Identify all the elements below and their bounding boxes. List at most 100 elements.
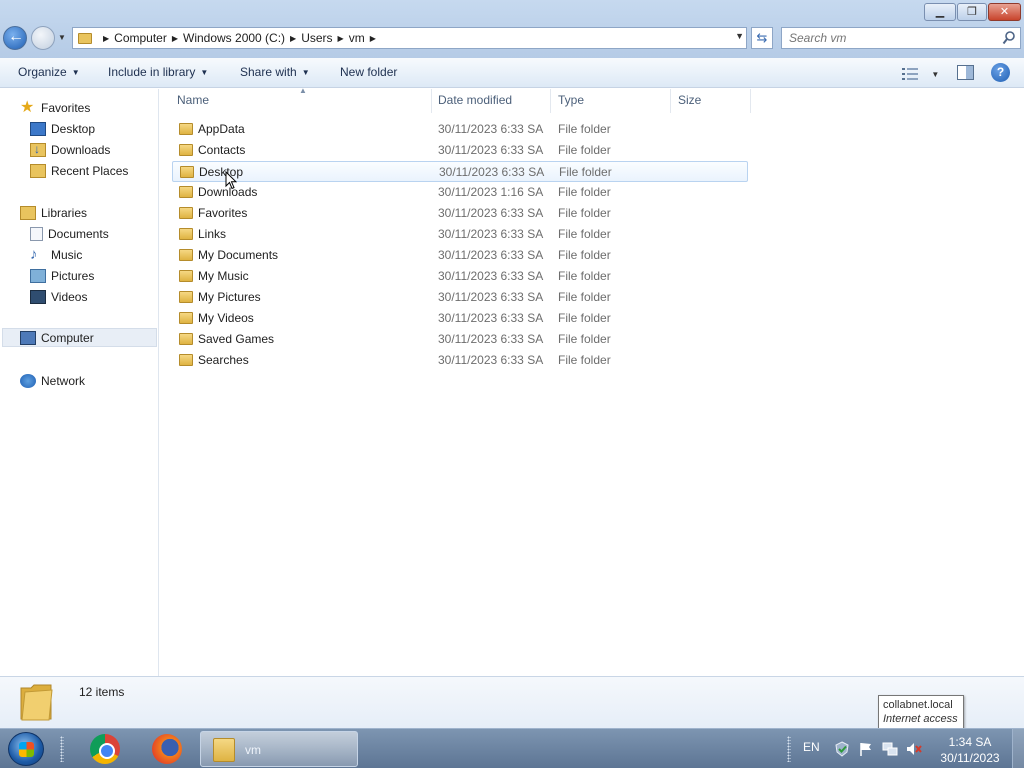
nav-recent-places-label: Recent Places	[51, 163, 129, 178]
file-name: Saved Games	[198, 332, 275, 346]
file-row[interactable]: My Music 30/11/2023 6:33 SA File folder	[172, 266, 748, 287]
firefox-taskbar-button[interactable]	[149, 732, 189, 766]
explorer-taskbar-label: vm	[245, 743, 261, 757]
breadcrumb-separator-icon[interactable]: ▶	[338, 34, 344, 43]
new-folder-button[interactable]: New folder	[340, 65, 397, 79]
breadcrumb-users[interactable]: Users	[301, 31, 332, 45]
column-header-name[interactable]: Name	[170, 89, 432, 113]
file-row[interactable]: AppData 30/11/2023 6:33 SA File folder	[172, 119, 748, 140]
nav-downloads[interactable]: Downloads	[30, 140, 110, 159]
include-in-library-label: Include in library	[108, 65, 196, 79]
nav-pictures[interactable]: Pictures	[30, 266, 94, 285]
chevron-down-icon[interactable]: ▼	[931, 70, 939, 79]
change-view-button[interactable]: ▼	[902, 66, 939, 80]
nav-desktop-label: Desktop	[51, 121, 96, 136]
recent-places-icon	[30, 163, 46, 178]
nav-computer[interactable]: Computer	[2, 328, 157, 347]
file-date-modified: 30/11/2023 6:33 SA	[438, 353, 544, 367]
folder-icon	[179, 333, 193, 345]
search-box[interactable]	[781, 27, 1021, 49]
breadcrumb-vm[interactable]: vm	[349, 31, 365, 45]
column-header-date-modified[interactable]: Date modified	[431, 89, 551, 113]
file-type: File folder	[558, 206, 611, 220]
videos-icon	[30, 289, 46, 304]
address-bar[interactable]: ▶ Computer ▶ Windows 2000 (C:) ▶ Users ▶…	[72, 27, 747, 49]
forward-button[interactable]	[31, 26, 55, 50]
file-row[interactable]: Saved Games 30/11/2023 6:33 SA File folder	[172, 329, 748, 350]
taskbar-grip[interactable]	[60, 736, 64, 762]
column-headers: ▲ Name Date modified Type Size	[160, 86, 1024, 113]
folder-icon	[180, 166, 194, 178]
recent-pages-dropdown-icon[interactable]: ▼	[58, 33, 66, 42]
nav-recent-places[interactable]: Recent Places	[30, 161, 128, 180]
nav-music[interactable]: ♪ Music	[30, 245, 82, 264]
nav-documents[interactable]: Documents	[30, 224, 109, 243]
breadcrumb-separator-icon[interactable]: ▶	[172, 34, 178, 43]
file-row[interactable]: My Pictures 30/11/2023 6:33 SA File folder	[172, 287, 748, 308]
share-with-menu[interactable]: Share with ▼	[240, 65, 310, 79]
language-indicator[interactable]: EN	[803, 740, 820, 754]
file-type: File folder	[559, 165, 612, 179]
back-button[interactable]: ←	[3, 26, 27, 50]
nav-network[interactable]: Network	[20, 371, 85, 390]
folder-icon	[179, 123, 193, 135]
column-header-size[interactable]: Size	[671, 89, 751, 113]
breadcrumb-computer[interactable]: Computer	[114, 31, 167, 45]
folder-icon	[213, 738, 235, 762]
search-input[interactable]	[789, 29, 989, 47]
file-row[interactable]: Downloads 30/11/2023 1:16 SA File folder	[172, 182, 748, 203]
star-icon: ★	[20, 98, 35, 116]
breadcrumb-separator-icon[interactable]: ▶	[290, 34, 296, 43]
explorer-taskbar-button[interactable]: vm	[200, 731, 358, 767]
clock[interactable]: 1:34 SA 30/11/2023	[935, 734, 1005, 766]
network-status-icon[interactable]	[882, 741, 898, 757]
pictures-icon	[30, 268, 46, 283]
folder-icon	[179, 270, 193, 282]
address-dropdown-icon[interactable]: ▼	[735, 31, 744, 41]
folder-icon	[20, 684, 53, 721]
show-desktop-button[interactable]	[1012, 729, 1024, 768]
nav-videos[interactable]: Videos	[30, 287, 87, 306]
file-row[interactable]: Desktop 30/11/2023 6:33 SA File folder	[172, 161, 748, 182]
chrome-taskbar-button[interactable]	[87, 732, 127, 766]
action-center-flag-icon[interactable]	[858, 741, 874, 757]
security-shield-icon[interactable]	[834, 741, 850, 757]
close-button[interactable]: ✕	[988, 3, 1021, 21]
file-name: Contacts	[198, 143, 246, 157]
nav-desktop[interactable]: Desktop	[30, 119, 95, 138]
folder-icon	[179, 186, 193, 198]
organize-menu[interactable]: Organize ▼	[18, 65, 80, 79]
chevron-down-icon: ▼	[200, 68, 209, 77]
details-view-icon	[902, 67, 918, 80]
nav-favorites[interactable]: ★ Favorites	[20, 98, 90, 117]
preview-pane-button[interactable]	[957, 65, 974, 80]
start-button[interactable]	[8, 732, 44, 766]
maximize-button[interactable]: ❐	[957, 3, 987, 21]
navigation-pane: ★ Favorites Desktop Downloads Recent Plac…	[0, 89, 159, 676]
speaker-muted-icon[interactable]	[906, 741, 922, 757]
file-row[interactable]: Links 30/11/2023 6:33 SA File folder	[172, 224, 748, 245]
breadcrumb-separator-icon[interactable]: ▶	[370, 34, 376, 43]
breadcrumb-drive[interactable]: Windows 2000 (C:)	[183, 31, 285, 45]
file-name: My Pictures	[198, 290, 261, 304]
minimize-button[interactable]: ▁	[924, 3, 956, 21]
help-button[interactable]: ?	[991, 63, 1010, 82]
music-icon: ♪	[30, 245, 38, 263]
file-name: AppData	[198, 122, 245, 136]
file-row[interactable]: Searches 30/11/2023 6:33 SA File folder	[172, 350, 748, 371]
windows-logo-icon	[19, 742, 34, 757]
nav-libraries[interactable]: Libraries	[20, 203, 87, 222]
refresh-button[interactable]: ⇆	[751, 27, 773, 49]
breadcrumb-separator-icon[interactable]: ▶	[103, 34, 109, 43]
file-row[interactable]: Contacts 30/11/2023 6:33 SA File folder	[172, 140, 748, 161]
maximize-icon: ❐	[967, 6, 977, 18]
include-in-library-menu[interactable]: Include in library ▼	[108, 65, 208, 79]
column-header-type[interactable]: Type	[551, 89, 671, 113]
search-icon[interactable]	[1002, 30, 1016, 46]
nav-libraries-label: Libraries	[41, 205, 88, 220]
file-row[interactable]: My Videos 30/11/2023 6:33 SA File folder	[172, 308, 748, 329]
file-row[interactable]: My Documents 30/11/2023 6:33 SA File folde…	[172, 245, 748, 266]
tray-grip[interactable]	[787, 736, 791, 762]
folder-icon	[179, 354, 193, 366]
file-row[interactable]: Favorites 30/11/2023 6:33 SA File folder	[172, 203, 748, 224]
